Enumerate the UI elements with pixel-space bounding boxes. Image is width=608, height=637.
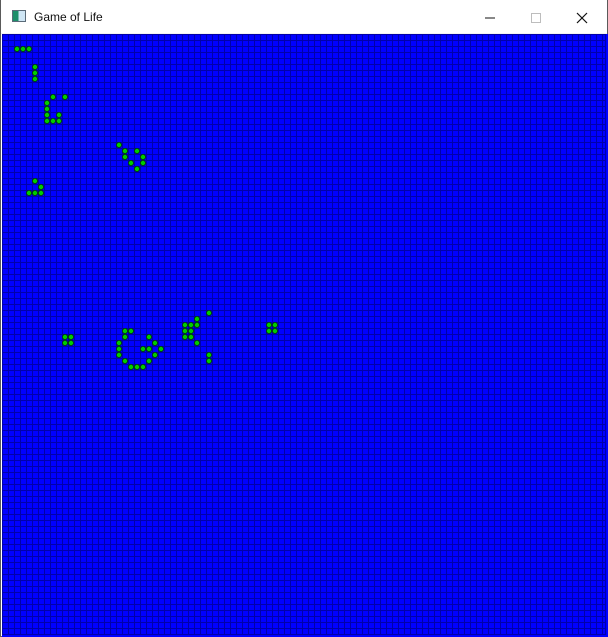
live-cell[interactable] bbox=[187, 327, 194, 334]
live-cell[interactable] bbox=[116, 142, 123, 149]
game-board-area[interactable] bbox=[2, 34, 608, 637]
live-cell[interactable] bbox=[68, 339, 75, 346]
maximize-icon bbox=[531, 13, 541, 23]
live-cell[interactable] bbox=[271, 321, 278, 328]
window-title: Game of Life bbox=[34, 10, 103, 24]
live-cell[interactable] bbox=[38, 183, 45, 190]
live-cell[interactable] bbox=[133, 363, 140, 370]
live-cell[interactable] bbox=[31, 177, 38, 184]
live-cell[interactable] bbox=[122, 148, 129, 155]
live-cell[interactable] bbox=[145, 357, 152, 364]
live-cell[interactable] bbox=[133, 148, 140, 155]
live-cell[interactable] bbox=[139, 363, 146, 370]
minimize-button[interactable] bbox=[467, 0, 513, 34]
live-cell[interactable] bbox=[265, 327, 272, 334]
live-cell[interactable] bbox=[38, 189, 45, 196]
live-cell[interactable] bbox=[271, 327, 278, 334]
live-cell[interactable] bbox=[128, 160, 135, 167]
live-cell[interactable] bbox=[139, 345, 146, 352]
live-cell[interactable] bbox=[31, 189, 38, 196]
live-cell[interactable] bbox=[116, 351, 123, 358]
live-cell[interactable] bbox=[31, 76, 38, 83]
live-cell[interactable] bbox=[151, 351, 158, 358]
live-cell[interactable] bbox=[205, 351, 212, 358]
live-cell[interactable] bbox=[193, 339, 200, 346]
live-cell[interactable] bbox=[68, 333, 75, 340]
live-cell[interactable] bbox=[19, 45, 26, 52]
live-cell[interactable] bbox=[44, 106, 51, 113]
title-bar[interactable]: Game of Life bbox=[1, 0, 607, 34]
live-cell[interactable] bbox=[128, 363, 135, 370]
live-cell[interactable] bbox=[25, 189, 32, 196]
live-cell[interactable] bbox=[56, 112, 63, 119]
live-cell[interactable] bbox=[128, 327, 135, 334]
live-cell[interactable] bbox=[62, 94, 69, 101]
live-cell[interactable] bbox=[44, 112, 51, 119]
live-cell[interactable] bbox=[50, 118, 57, 125]
live-cell[interactable] bbox=[187, 321, 194, 328]
live-cell[interactable] bbox=[157, 345, 164, 352]
close-button[interactable] bbox=[559, 0, 605, 34]
live-cell[interactable] bbox=[25, 45, 32, 52]
live-cell[interactable] bbox=[44, 118, 51, 125]
game-grid[interactable] bbox=[2, 34, 606, 635]
maximize-button[interactable] bbox=[513, 0, 559, 34]
live-cell[interactable] bbox=[116, 339, 123, 346]
game-of-life-window: Game of Life bbox=[0, 0, 608, 637]
live-cell[interactable] bbox=[205, 309, 212, 316]
live-cell[interactable] bbox=[193, 315, 200, 322]
live-cell[interactable] bbox=[193, 321, 200, 328]
live-cell[interactable] bbox=[62, 333, 69, 340]
live-cell[interactable] bbox=[139, 160, 146, 167]
live-cell[interactable] bbox=[44, 100, 51, 107]
live-cell[interactable] bbox=[56, 118, 63, 125]
live-cell[interactable] bbox=[205, 357, 212, 364]
live-cell[interactable] bbox=[62, 339, 69, 346]
window-app-icon bbox=[12, 10, 26, 22]
live-cell[interactable] bbox=[151, 339, 158, 346]
live-cell[interactable] bbox=[50, 94, 57, 101]
live-cell[interactable] bbox=[265, 321, 272, 328]
minimize-icon bbox=[485, 17, 495, 19]
grid-lines bbox=[2, 34, 606, 635]
live-cell[interactable] bbox=[116, 345, 123, 352]
live-cell[interactable] bbox=[122, 327, 129, 334]
live-cell[interactable] bbox=[181, 327, 188, 334]
live-cell[interactable] bbox=[139, 154, 146, 161]
live-cell[interactable] bbox=[133, 165, 140, 172]
close-icon bbox=[576, 12, 588, 24]
live-cell[interactable] bbox=[122, 333, 129, 340]
live-cell[interactable] bbox=[122, 154, 129, 161]
live-cell[interactable] bbox=[181, 333, 188, 340]
live-cell[interactable] bbox=[145, 345, 152, 352]
live-cell[interactable] bbox=[145, 333, 152, 340]
live-cell[interactable] bbox=[122, 357, 129, 364]
live-cell[interactable] bbox=[31, 70, 38, 77]
live-cell[interactable] bbox=[13, 45, 20, 52]
live-cell[interactable] bbox=[187, 333, 194, 340]
live-cell[interactable] bbox=[181, 321, 188, 328]
live-cell[interactable] bbox=[31, 63, 38, 70]
